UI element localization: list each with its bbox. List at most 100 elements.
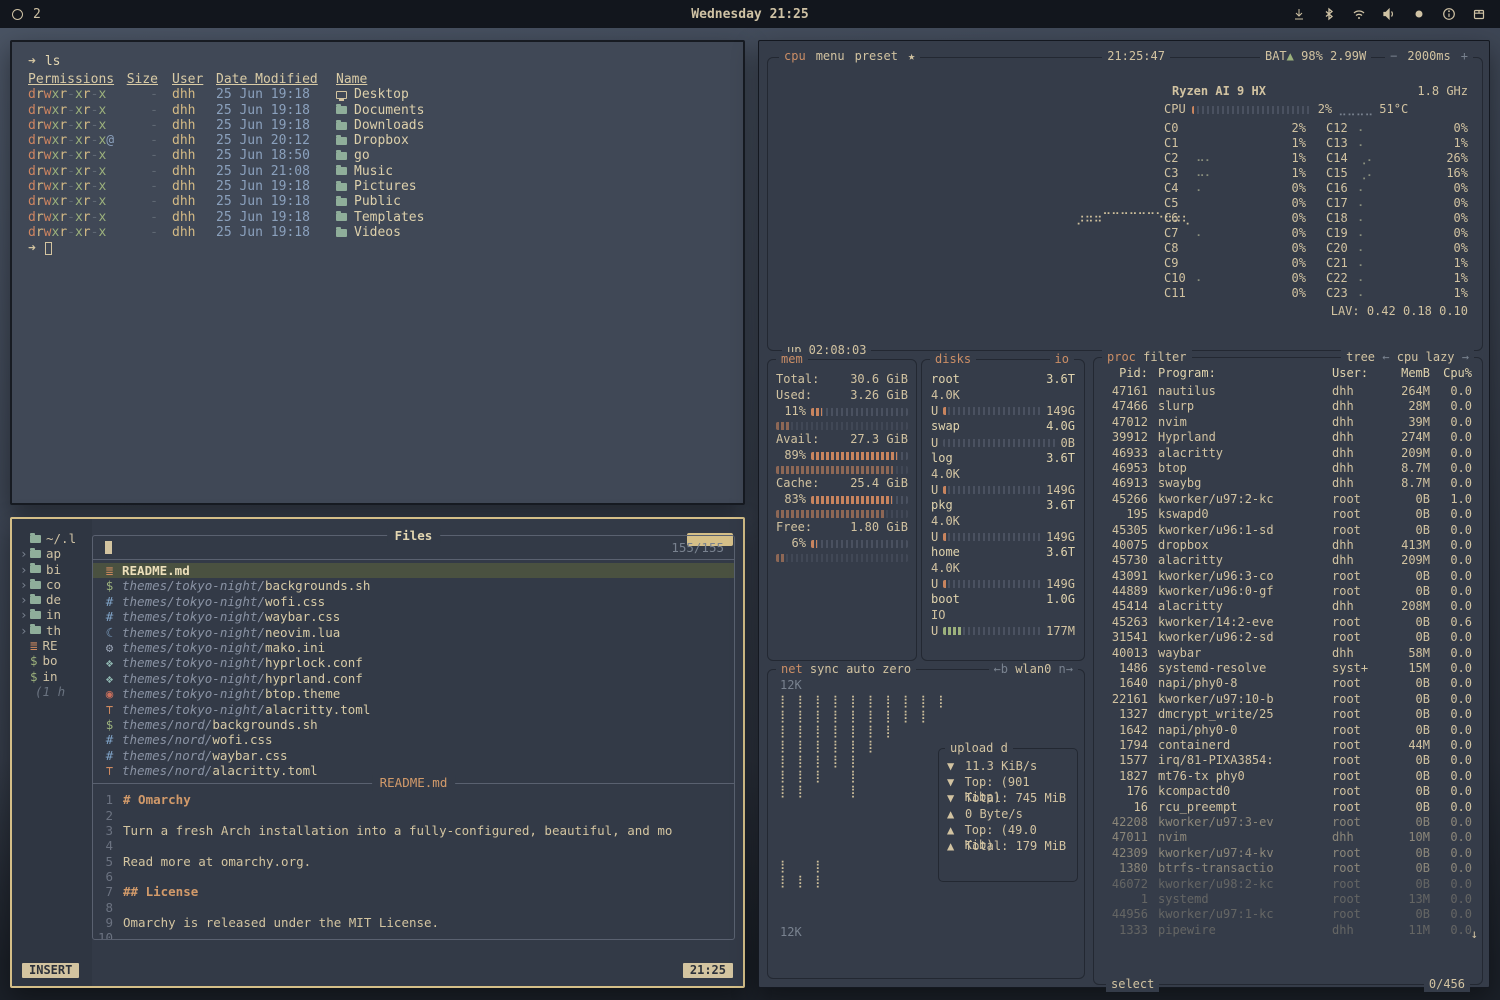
picker-item[interactable]: themes/tokyo-night/mako.ini [93, 640, 734, 655]
process-row[interactable]: 46953 btop dhh 8.7M 0.0 [1094, 461, 1482, 476]
volume-icon[interactable] [1381, 7, 1396, 22]
picker-item[interactable]: themes/tokyo-night/btop.theme [93, 686, 734, 701]
proc-footer-select[interactable]: select [1106, 977, 1159, 992]
wifi-icon[interactable] [1351, 7, 1366, 22]
process-row[interactable]: 44956 kworker/u97:1-kc root 0B 0.0 [1094, 907, 1482, 922]
core-percent: 1% [1432, 271, 1468, 286]
file-name-cell: Documents [324, 103, 727, 118]
process-row[interactable]: 43091 kworker/u96:3-co root 0B 0.0 [1094, 569, 1482, 584]
process-row[interactable]: 45414 alacritty dhh 208M 0.0 [1094, 599, 1482, 614]
process-row[interactable]: 45730 alacritty dhh 209M 0.0 [1094, 553, 1482, 568]
process-row[interactable]: 1 systemd root 13M 0.0 [1094, 892, 1482, 907]
process-row[interactable]: 1486 systemd-resolve syst+ 15M 0.0 [1094, 661, 1482, 676]
picker-item[interactable]: themes/nord/waybar.css [93, 748, 734, 763]
process-row[interactable]: 46933 alacritty dhh 209M 0.0 [1094, 446, 1482, 461]
process-row[interactable]: 42309 kworker/u97:4-kv root 0B 0.0 [1094, 846, 1482, 861]
preset-button[interactable]: preset [850, 49, 903, 64]
process-row[interactable]: 1640 napi/phy0-8 root 0B 0.0 [1094, 676, 1482, 691]
col-user[interactable]: User: [1332, 366, 1378, 381]
process-row[interactable]: 22161 kworker/u97:10-b root 0B 0.0 [1094, 692, 1482, 707]
process-row[interactable]: 40013 waybar dhh 58M 0.0 [1094, 646, 1482, 661]
explorer-item[interactable]: RE [20, 638, 92, 653]
explorer-item[interactable]: › de [20, 592, 92, 607]
process-row[interactable]: 42208 kworker/u97:3-ev root 0B 0.0 [1094, 815, 1482, 830]
col-mem[interactable]: MemB [1378, 366, 1430, 381]
process-row[interactable]: 1642 napi/phy0-0 root 0B 0.0 [1094, 723, 1482, 738]
clock[interactable]: Wednesday 21:25 [0, 7, 1500, 22]
stat-percent: 6% [776, 536, 806, 551]
proc-options[interactable]: tree ← cpu lazy → [1341, 350, 1474, 365]
process-row[interactable]: 31541 kworker/u96:2-sd root 0B 0.0 [1094, 630, 1482, 645]
process-row[interactable]: 1327 dmcrypt_write/25 root 0B 0.0 [1094, 707, 1482, 722]
process-user: dhh [1332, 599, 1378, 614]
interval-plus[interactable]: + [1456, 49, 1473, 64]
net-info-title[interactable]: upload d [945, 741, 1013, 756]
info-icon[interactable] [1441, 7, 1456, 22]
process-row[interactable]: 40075 dropbox dhh 413M 0.0 [1094, 538, 1482, 553]
process-row[interactable]: 44889 kworker/u96:0-gf root 0B 0.0 [1094, 584, 1482, 599]
explorer-item[interactable]: › ap [20, 546, 92, 561]
process-row[interactable]: 1577 irq/81-PIXA3854: root 0B 0.0 [1094, 753, 1482, 768]
bluetooth-icon[interactable] [1321, 7, 1336, 22]
star-icon[interactable]: ★ [903, 49, 920, 64]
interval-minus[interactable]: − [1385, 49, 1402, 64]
picker-item[interactable]: themes/nord/backgrounds.sh [93, 717, 734, 732]
explorer-item[interactable]: › bi [20, 562, 92, 577]
col-pid[interactable]: Pid: [1104, 366, 1148, 381]
menu-button[interactable]: menu [811, 49, 850, 64]
picker-item[interactable]: themes/tokyo-night/hyprlock.conf [93, 655, 734, 670]
disk-name: root [931, 372, 960, 388]
picker-item[interactable]: themes/tokyo-night/backgrounds.sh [93, 578, 734, 593]
process-row[interactable]: 1333 pipewire dhh 11M 0.0 [1094, 923, 1482, 938]
col-program[interactable]: Program: [1148, 366, 1332, 381]
explorer-item[interactable]: (1 h [20, 684, 92, 699]
explorer-item[interactable]: › co [20, 577, 92, 592]
picker-item[interactable]: themes/tokyo-night/neovim.lua [93, 625, 734, 640]
process-name: napi/phy0-8 [1148, 676, 1332, 691]
process-row[interactable]: 47161 nautilus dhh 264M 0.0 [1094, 384, 1482, 399]
core-name: C1 [1164, 136, 1196, 151]
picker-item[interactable]: themes/tokyo-night/waybar.css [93, 609, 734, 624]
explorer-item[interactable]: ~/.l [20, 531, 92, 546]
tray-arrow-icon[interactable] [1291, 7, 1306, 22]
proc-column-headers[interactable]: Pid: Program: User: MemB Cpu% [1104, 366, 1472, 381]
process-row[interactable]: 46072 kworker/u98:2-kc root 0B 0.0 [1094, 877, 1482, 892]
process-row[interactable]: 45266 kworker/u97:2-kc root 0B 1.0 [1094, 492, 1482, 507]
process-row[interactable]: 46913 swaybg dhh 8.7M 0.0 [1094, 476, 1482, 491]
explorer-item[interactable]: in [20, 669, 92, 684]
prompt-line-empty[interactable]: ➜ [28, 240, 727, 256]
io-label[interactable]: io [1050, 352, 1074, 367]
process-row[interactable]: 1794 containerd root 44M 0.0 [1094, 738, 1482, 753]
package-icon[interactable] [1471, 7, 1486, 22]
process-row[interactable]: 1827 mt76-tx phy0 root 0B 0.0 [1094, 769, 1482, 784]
explorer-item[interactable]: bo [20, 653, 92, 668]
process-row[interactable]: 47466 slurp dhh 28M 0.0 [1094, 399, 1482, 414]
process-row[interactable]: 39912 Hyprland dhh 274M 0.0 [1094, 430, 1482, 445]
disks-panel-title[interactable]: disks [930, 352, 976, 367]
mem-panel-title[interactable]: mem [776, 352, 808, 367]
explorer-item[interactable]: › th [20, 623, 92, 638]
net-interface[interactable]: ←b wlan0 n→ [989, 662, 1079, 677]
file-name-cell: Templates [324, 210, 727, 225]
process-row[interactable]: 47012 nvim dhh 39M 0.0 [1094, 415, 1482, 430]
scroll-down-indicator[interactable]: ↓ [1471, 927, 1478, 942]
col-cpu[interactable]: Cpu% [1430, 366, 1472, 381]
explorer-item[interactable]: › in [20, 607, 92, 622]
picker-item[interactable]: themes/tokyo-night/alacritty.toml [93, 702, 734, 717]
process-row[interactable]: 45305 kworker/u96:1-sd root 0B 0.0 [1094, 523, 1482, 538]
picker-item[interactable]: README.md [93, 563, 734, 578]
stat-label: Avail: [776, 432, 819, 448]
picker-item[interactable]: themes/tokyo-night/hyprland.conf [93, 671, 734, 686]
process-name: swaybg [1148, 476, 1332, 491]
picker-item[interactable]: themes/tokyo-night/wofi.css [93, 594, 734, 609]
process-row[interactable]: 45263 kworker/14:2-eve root 0B 0.6 [1094, 615, 1482, 630]
process-row[interactable]: 1380 btrfs-transactio root 0B 0.0 [1094, 861, 1482, 876]
picker-item[interactable]: themes/nord/wofi.css [93, 732, 734, 747]
status-dot-icon[interactable] [1411, 7, 1426, 22]
cpu-box-label[interactable]: cpu [779, 49, 811, 64]
process-row[interactable]: 47011 nvim dhh 10M 0.0 [1094, 830, 1482, 845]
process-row[interactable]: 16 rcu_preempt root 0B 0.0 [1094, 800, 1482, 815]
process-row[interactable]: 176 kcompactd0 root 0B 0.0 [1094, 784, 1482, 799]
process-row[interactable]: 195 kswapd0 root 0B 0.0 [1094, 507, 1482, 522]
process-cpu: 0.0 [1430, 661, 1472, 676]
